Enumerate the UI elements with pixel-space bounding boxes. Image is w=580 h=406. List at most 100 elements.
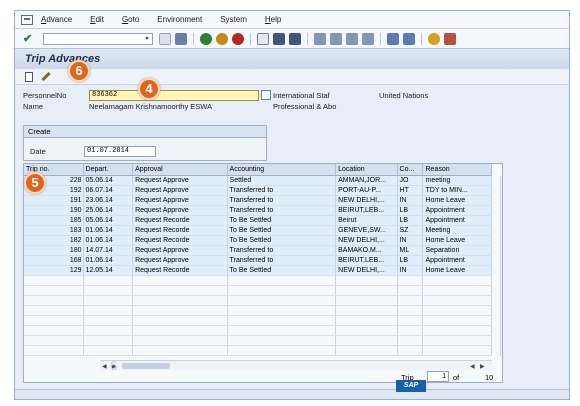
table-cell[interactable]: NEW DELHI,... xyxy=(335,195,398,206)
table-cell[interactable]: NEW DELHI,... xyxy=(335,265,398,276)
table-cell[interactable]: Request Approve xyxy=(132,195,228,206)
table-row[interactable]: 192 06.07.14 Request Approve Transferred to… xyxy=(24,185,492,196)
trip-current-input[interactable]: 1 xyxy=(427,371,449,382)
table-cell[interactable]: 191 xyxy=(24,195,84,206)
system-menu-icon[interactable] xyxy=(21,14,33,25)
table-cell[interactable]: 168 xyxy=(24,255,84,266)
table-cell[interactable]: Home Leave xyxy=(422,265,492,276)
shortcut-icon[interactable] xyxy=(403,32,415,45)
table-settings-icon[interactable] xyxy=(502,164,503,174)
table-cell[interactable]: 23.06.14 xyxy=(83,195,134,206)
table-cell[interactable]: PORT-AU-P... xyxy=(335,185,398,196)
scroll-thumb[interactable] xyxy=(122,363,170,369)
scroll-right-icon[interactable]: ▶ xyxy=(480,363,485,370)
date-input[interactable]: 01.07.2014 xyxy=(84,146,156,157)
table-cell[interactable]: 01.06.14 xyxy=(83,225,134,236)
scroll-up-icon[interactable]: ▲ xyxy=(502,178,503,184)
table-cell[interactable]: HT xyxy=(397,185,424,196)
table-cell[interactable]: LB xyxy=(397,215,424,226)
layout-menu-icon[interactable] xyxy=(444,32,456,45)
column-header-accounting[interactable]: Accounting xyxy=(227,164,337,176)
menu-advance[interactable]: Advance xyxy=(41,15,72,24)
find-next-icon[interactable] xyxy=(289,32,301,45)
table-cell[interactable]: ML xyxy=(397,245,424,256)
menu-help[interactable]: Help xyxy=(265,15,281,24)
table-cell[interactable]: Transferred to xyxy=(227,255,337,266)
table-cell[interactable]: Transferred to xyxy=(227,195,337,206)
table-row[interactable]: 129 12.05.14 Request Recorde To Be Settled N… xyxy=(24,265,492,276)
last-page-icon[interactable] xyxy=(362,32,374,45)
table-cell[interactable]: To Be Settled xyxy=(227,215,337,226)
table-cell[interactable]: BEIRUT,LEB... xyxy=(335,205,398,216)
scroll-down-icon[interactable]: ▼ xyxy=(502,346,503,352)
table-cell[interactable]: Transferred to xyxy=(227,205,337,216)
column-header-departure[interactable]: Depart. xyxy=(83,164,134,176)
chevron-down-icon[interactable]: ▾ xyxy=(142,34,152,44)
table-row[interactable]: 182 01.06.14 Request Recorde To Be Settled N… xyxy=(24,235,492,246)
table-cell[interactable]: 12.05.14 xyxy=(83,265,134,276)
table-cell[interactable]: JO xyxy=(397,175,424,186)
column-header-approval[interactable]: Approval xyxy=(132,164,228,176)
column-header-reason[interactable]: Reason xyxy=(422,164,492,176)
table-cell[interactable]: Request Approve xyxy=(132,255,228,266)
table-cell[interactable]: LB xyxy=(397,205,424,216)
table-cell[interactable]: Request Approve xyxy=(132,175,228,186)
table-row[interactable]: 183 01.06.14 Request Recorde To Be Settled G… xyxy=(24,225,492,236)
table-cell[interactable]: 01.06.14 xyxy=(83,235,134,246)
vertical-scrollbar[interactable]: ▲ ▼ ▲ ▼ xyxy=(500,176,503,356)
table-cell[interactable]: To Be Settled xyxy=(227,265,337,276)
table-cell[interactable]: IN xyxy=(397,265,424,276)
table-cell[interactable]: AMMAN,JOR... xyxy=(335,175,398,186)
table-row[interactable]: 180 14.07.14 Request Approve Transferred to… xyxy=(24,245,492,256)
table-cell[interactable]: Home Leave xyxy=(422,235,492,246)
command-field[interactable]: ▾ xyxy=(43,32,153,45)
new-session-icon[interactable] xyxy=(387,32,399,45)
table-cell[interactable]: SZ xyxy=(397,225,424,236)
personnel-number-input[interactable]: 836362 xyxy=(89,90,259,101)
table-cell[interactable]: IN xyxy=(397,235,424,246)
scroll-left-icon[interactable]: ◀ xyxy=(470,363,475,370)
table-cell[interactable]: Separation xyxy=(422,245,492,256)
table-row[interactable]: 190 25.06.14 Request Approve Transferred to… xyxy=(24,205,492,216)
find-icon[interactable] xyxy=(273,32,285,45)
table-cell[interactable]: NEW DELHI,... xyxy=(335,235,398,246)
table-cell[interactable]: 05.06.14 xyxy=(83,175,134,186)
table-cell[interactable]: Request Recorde xyxy=(132,235,228,246)
print-icon[interactable] xyxy=(257,32,269,45)
table-cell[interactable]: Request Approve xyxy=(132,245,228,256)
table-cell[interactable]: Appointment xyxy=(422,215,492,226)
table-row[interactable]: 168 01.06.14 Request Approve Transferred to… xyxy=(24,255,492,266)
exit-icon[interactable] xyxy=(216,32,228,45)
scroll-left-icon[interactable]: ◀ xyxy=(102,363,107,370)
enter-check-icon[interactable]: ✔ xyxy=(23,32,35,45)
table-cell[interactable]: To Be Settled xyxy=(227,235,337,246)
table-row[interactable]: 185 05.06.14 Request Recorde To Be Settled B… xyxy=(24,215,492,226)
table-cell[interactable]: 14.07.14 xyxy=(83,245,134,256)
table-cell[interactable]: LB xyxy=(397,255,424,266)
table-cell[interactable]: Request Recorde xyxy=(132,225,228,236)
table-cell[interactable]: 180 xyxy=(24,245,84,256)
table-cell[interactable]: To Be Settled xyxy=(227,225,337,236)
edit-pencil-icon[interactable] xyxy=(41,71,51,82)
cancel-icon[interactable] xyxy=(232,32,244,45)
help-icon[interactable] xyxy=(428,32,440,45)
prev-page-icon[interactable] xyxy=(330,32,342,45)
table-row[interactable]: 191 23.06.14 Request Approve Transferred to… xyxy=(24,195,492,206)
table-cell[interactable]: TDY to MIN... xyxy=(422,185,492,196)
table-cell[interactable]: 129 xyxy=(24,265,84,276)
scroll-down-icon[interactable]: ▼ xyxy=(502,186,503,192)
table-row[interactable]: 228 05.06.14 Request Approve Settled AMMAN,J… xyxy=(24,175,492,186)
column-header-location[interactable]: Location xyxy=(335,164,398,176)
back-icon[interactable] xyxy=(200,32,212,45)
table-cell[interactable]: 190 xyxy=(24,205,84,216)
table-cell[interactable]: Transferred to xyxy=(227,185,337,196)
table-cell[interactable]: IN xyxy=(397,195,424,206)
table-cell[interactable]: Request Recorde xyxy=(132,265,228,276)
table-cell[interactable]: Appointment xyxy=(422,255,492,266)
column-header-country[interactable]: Co... xyxy=(397,164,424,176)
menu-system[interactable]: System xyxy=(220,15,247,24)
table-cell[interactable]: Request Approve xyxy=(132,205,228,216)
table-cell[interactable]: Request Recorde xyxy=(132,215,228,226)
table-cell[interactable]: Transferred to xyxy=(227,245,337,256)
next-page-icon[interactable] xyxy=(346,32,358,45)
